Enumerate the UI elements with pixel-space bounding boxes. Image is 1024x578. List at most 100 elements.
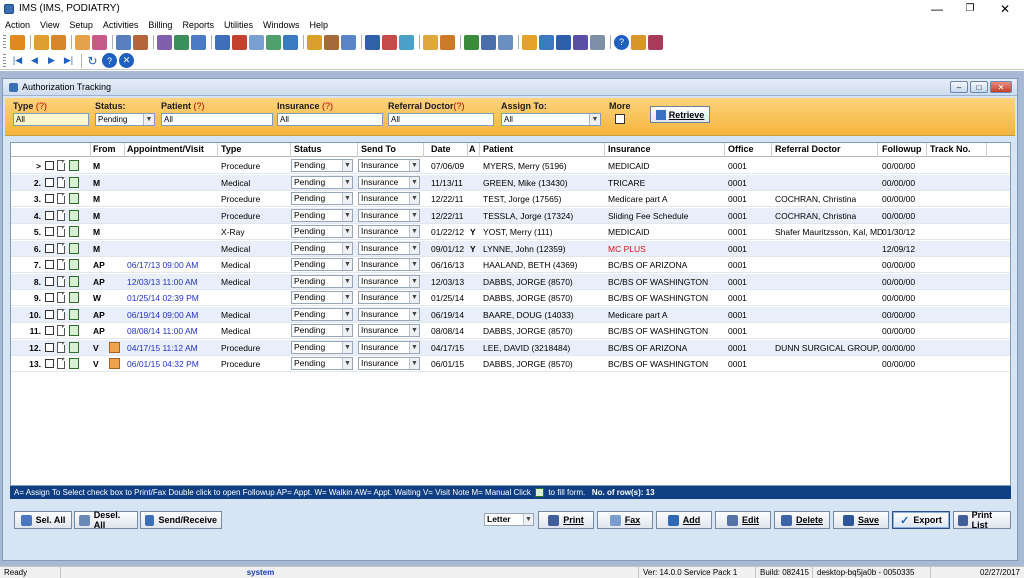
view-form-icon[interactable] <box>69 358 79 369</box>
key-icon[interactable] <box>522 34 537 50</box>
retrieve-button[interactable]: Retrieve <box>650 106 710 123</box>
row-status-dropdown[interactable]: Pending ▼ <box>291 274 353 288</box>
document-icon[interactable] <box>57 176 65 188</box>
deselect-all-button[interactable]: Desel. All <box>74 510 138 530</box>
table-row[interactable]: 9. W 01/25/14 02:39 PM 01/25/14 DABBS, JORGE… <box>11 290 1010 306</box>
assign-filter-dropdown[interactable]: All ▼ <box>501 113 601 126</box>
help-icon[interactable]: ? <box>102 53 117 68</box>
row-status-dropdown[interactable]: Pending ▼ <box>291 307 353 321</box>
restore-icon[interactable]: ❐ <box>955 0 985 17</box>
document-icon[interactable] <box>57 209 65 221</box>
more-checkbox[interactable] <box>615 114 625 124</box>
document-icon[interactable] <box>174 34 189 50</box>
row-send-to-dropdown[interactable]: Insurance ▼ <box>358 291 420 304</box>
patient-edit-icon[interactable] <box>51 34 66 50</box>
collection-icon[interactable] <box>481 34 496 50</box>
row-select-checkbox[interactable] <box>45 161 54 170</box>
col-status[interactable]: Status <box>294 144 322 154</box>
ledger-icon[interactable] <box>307 34 322 50</box>
table-row[interactable]: 5. M X-Ray 01/22/12 Y YOST, Merry (111) 0001 Sh… <box>11 224 1010 240</box>
table-row[interactable]: 8. AP 12/03/13 11:00 AM Medical 12/03/13 DABB… <box>11 273 1010 290</box>
referral-filter-input[interactable]: All <box>388 113 494 126</box>
transfer-icon[interactable] <box>215 34 230 50</box>
document-icon[interactable] <box>57 275 65 287</box>
next-record-icon[interactable]: ▶ <box>44 53 59 68</box>
mail-icon[interactable] <box>365 34 380 50</box>
export-button[interactable]: ✓ Export <box>892 511 950 529</box>
table-row[interactable]: 10. AP 06/19/14 09:00 AM Medical 06/19/14 BAA… <box>11 306 1010 323</box>
exit-icon[interactable] <box>648 34 663 50</box>
document-icon[interactable] <box>57 226 65 237</box>
save-button[interactable]: Save <box>833 511 889 529</box>
col-date[interactable]: Date <box>431 144 451 154</box>
col-referral-doctor[interactable]: Referral Doctor <box>775 144 841 154</box>
row-send-to-dropdown[interactable]: Insurance ▼ <box>358 241 420 255</box>
menu-windows[interactable]: Windows <box>258 20 305 30</box>
row-status-dropdown[interactable]: Pending ▼ <box>291 241 353 255</box>
view-form-icon[interactable] <box>69 226 79 237</box>
col-patient[interactable]: Patient <box>483 144 513 154</box>
row-select-checkbox[interactable] <box>45 326 54 335</box>
help-icon[interactable]: ? <box>614 34 629 50</box>
reports-icon[interactable] <box>423 34 438 50</box>
row-select-checkbox[interactable] <box>45 177 54 187</box>
row-status-dropdown[interactable]: Pending ▼ <box>291 340 353 354</box>
table-row[interactable]: 12. V 04/17/15 11:12 AM Procedure 04/17/15 LE… <box>11 339 1010 356</box>
row-select-checkbox[interactable] <box>45 243 54 253</box>
row-select-checkbox[interactable] <box>45 210 54 220</box>
tasks-icon[interactable] <box>382 34 397 50</box>
patient-icon[interactable] <box>34 34 49 50</box>
chart-icon[interactable] <box>116 34 131 50</box>
view-form-icon[interactable] <box>69 308 79 320</box>
print-list-button[interactable]: Print List <box>953 510 1011 530</box>
billing-icon[interactable] <box>266 34 281 50</box>
col-from[interactable]: From <box>93 144 116 154</box>
row-status-dropdown[interactable]: Pending ▼ <box>291 208 353 222</box>
mdi-close-icon[interactable]: ✕ <box>990 81 1012 93</box>
document-icon[interactable] <box>57 308 65 320</box>
row-send-to-dropdown[interactable]: Insurance ▼ <box>358 225 420 238</box>
col-insurance[interactable]: Insurance <box>608 144 651 154</box>
row-send-to-dropdown[interactable]: Insurance ▼ <box>358 175 420 189</box>
table-row[interactable]: 7. AP 06/17/13 09:00 AM Medical 06/16/13 HAAL… <box>11 257 1010 273</box>
table-row[interactable]: 6. M Medical 09/01/12 Y LYNNE, John (12359) 00… <box>11 240 1010 257</box>
form-icon[interactable] <box>157 34 172 50</box>
document-icon[interactable] <box>57 259 65 270</box>
row-status-dropdown[interactable]: Pending ▼ <box>291 225 353 238</box>
row-status-dropdown[interactable]: Pending ▼ <box>291 159 353 172</box>
col-assign[interactable]: A <box>469 144 476 154</box>
table-row[interactable]: 3. M Procedure 12/22/11 TEST, Jorge (17565) 0… <box>11 191 1010 207</box>
previous-record-icon[interactable]: ◀ <box>27 53 42 68</box>
row-send-to-dropdown[interactable]: Insurance ▼ <box>358 307 420 321</box>
visit-note-icon[interactable] <box>109 341 120 353</box>
status-filter-dropdown[interactable]: Pending ▼ <box>95 113 155 126</box>
row-status-dropdown[interactable]: Pending ▼ <box>291 357 353 370</box>
close-icon[interactable]: ✕ <box>990 0 1020 17</box>
document-icon[interactable] <box>57 160 65 171</box>
row-select-checkbox[interactable] <box>45 194 54 203</box>
col-appointment-visit[interactable]: Appointment/Visit <box>127 144 204 154</box>
menu-setup[interactable]: Setup <box>64 20 98 30</box>
view-form-icon[interactable] <box>69 341 79 353</box>
row-send-to-dropdown[interactable]: Insurance ▼ <box>358 208 420 222</box>
archive-icon[interactable] <box>498 34 513 50</box>
fax-queue-icon[interactable] <box>539 34 554 50</box>
view-form-icon[interactable] <box>69 292 79 303</box>
document-icon[interactable] <box>57 193 65 204</box>
document-icon[interactable] <box>57 358 65 369</box>
fax-button[interactable]: Fax <box>597 511 653 529</box>
view-form-icon[interactable] <box>69 160 79 171</box>
mdi-maximize-icon[interactable]: □ <box>970 81 988 93</box>
row-select-checkbox[interactable] <box>45 309 54 319</box>
prescription-icon[interactable] <box>232 34 247 50</box>
document-icon[interactable] <box>57 292 65 303</box>
table-row[interactable]: > M Procedure 07/06/09 MYERS, Merry (5196) 00… <box>11 158 1010 174</box>
row-select-checkbox[interactable] <box>45 293 54 302</box>
row-send-to-dropdown[interactable]: Insurance ▼ <box>358 258 420 271</box>
row-status-dropdown[interactable]: Pending ▼ <box>291 192 353 205</box>
col-followup[interactable]: Followup <box>882 144 922 154</box>
menu-billing[interactable]: Billing <box>143 20 177 30</box>
col-office[interactable]: Office <box>728 144 754 154</box>
col-type[interactable]: Type <box>221 144 241 154</box>
menu-action[interactable]: Action <box>0 20 35 30</box>
